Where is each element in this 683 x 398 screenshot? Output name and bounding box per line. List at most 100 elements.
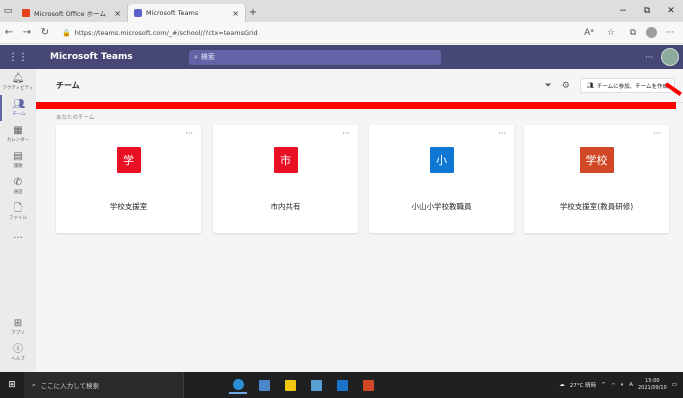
rail-item-apps[interactable]: ⊞ アプリ bbox=[0, 314, 36, 340]
team-name: 小山小学校教職員 bbox=[411, 202, 472, 211]
close-tab-icon[interactable]: × bbox=[232, 9, 239, 18]
rail-label: 課題 bbox=[13, 164, 23, 169]
close-tab-icon[interactable]: × bbox=[114, 9, 121, 18]
powerpoint-icon[interactable] bbox=[359, 376, 377, 394]
team-card[interactable]: ··· 学校 学校支援室(教員研修) bbox=[524, 125, 669, 233]
search-icon: ⌕ bbox=[32, 380, 36, 389]
back-icon[interactable]: ← bbox=[0, 27, 18, 38]
team-more-options-icon[interactable]: ··· bbox=[342, 129, 350, 138]
read-aloud-icon[interactable]: Aᵃ bbox=[580, 25, 598, 41]
file-explorer-icon[interactable] bbox=[281, 376, 299, 394]
browser-profile-avatar[interactable] bbox=[646, 27, 657, 38]
apps-icon: ⊞ bbox=[13, 318, 23, 329]
windows-taskbar: ⊞ ⌕ ここに入力して検索 ☁ 27°C 晴時 ^ ⌔ 🔈︎ A 15:00 2… bbox=[0, 372, 683, 398]
app-launcher-icon[interactable]: ⋮⋮ bbox=[0, 52, 36, 63]
browser-tab-teams[interactable]: Microsoft Teams × bbox=[128, 4, 246, 22]
more-options-icon[interactable]: ··· bbox=[645, 53, 653, 62]
search-input[interactable]: ⌕ 検索 bbox=[189, 49, 441, 65]
browser-toolbar: Aᵃ ☆ ⧉ ··· bbox=[580, 25, 679, 41]
app-bar: 🔔︎ アクティビティ 👥︎ チーム ▦ カレンダー ▤ 課題 ✆ 通話 🗋︎ フ… bbox=[0, 69, 36, 372]
team-name: 学校支援室(教員研修) bbox=[559, 202, 634, 211]
tab-title: Microsoft Teams bbox=[146, 9, 199, 17]
tab-title: Microsoft Office ホーム bbox=[34, 10, 106, 18]
maximize-button[interactable]: ⧉ bbox=[635, 0, 659, 22]
bell-icon: 🔔︎ bbox=[11, 73, 25, 84]
task-view-icon[interactable] bbox=[255, 376, 273, 394]
teams-header: ⋮⋮ Microsoft Teams ⌕ 検索 ··· bbox=[0, 45, 683, 69]
clock[interactable]: 15:00 2021/09/10 bbox=[638, 378, 667, 392]
rail-item-calls[interactable]: ✆ 通話 bbox=[0, 173, 36, 199]
filter-icon[interactable]: ⏷ bbox=[545, 81, 552, 91]
assignments-icon: ▤ bbox=[13, 151, 23, 162]
page-title: チーム bbox=[56, 81, 80, 90]
forward-icon[interactable]: → bbox=[18, 27, 36, 38]
tray-chevron-icon[interactable]: ^ bbox=[601, 382, 606, 388]
team-more-options-icon[interactable]: ··· bbox=[653, 129, 661, 138]
browser-menu-icon[interactable]: ··· bbox=[661, 25, 679, 41]
system-tray: ☁ 27°C 晴時 ^ ⌔ 🔈︎ A 15:00 2021/09/10 ▭ bbox=[559, 372, 683, 398]
header-right: ··· bbox=[645, 48, 679, 66]
rail-label: アクティビティ bbox=[2, 86, 34, 91]
search-icon: ⌕ bbox=[194, 52, 198, 61]
files-icon: 🗋︎ bbox=[13, 203, 23, 214]
store-icon[interactable] bbox=[307, 376, 325, 394]
phone-icon: ✆ bbox=[13, 177, 23, 188]
annotation-underline bbox=[36, 102, 676, 109]
join-or-create-team-button[interactable]: 👥︎ チームに参加、チームを作成 bbox=[579, 78, 675, 93]
team-card[interactable]: ··· 学 学校支援室 bbox=[56, 125, 201, 233]
rail-label: アプリ bbox=[11, 331, 25, 336]
weather-icon: ☁ bbox=[559, 382, 565, 388]
rail-bottom: ⊞ アプリ ⓘ ヘルプ bbox=[0, 314, 36, 366]
main-content: チーム ⏷ ⚙ 👥︎ チームに参加、チームを作成 あなたのチーム ··· 学 学… bbox=[36, 69, 683, 372]
team-card[interactable]: ··· 小 小山小学校教職員 bbox=[369, 125, 514, 233]
window-menu-icon[interactable]: ▭ bbox=[0, 0, 16, 22]
notification-icon[interactable]: ▭ bbox=[672, 382, 677, 388]
mail-icon[interactable] bbox=[333, 376, 351, 394]
calendar-icon: ▦ bbox=[13, 125, 23, 136]
rail-item-calendar[interactable]: ▦ カレンダー bbox=[0, 121, 36, 147]
address-bar: ← → ↻ 🔒 https://teams.microsoft.com/_#/s… bbox=[0, 22, 683, 44]
collections-icon[interactable]: ⧉ bbox=[624, 25, 642, 41]
rail-item-help[interactable]: ⓘ ヘルプ bbox=[0, 340, 36, 366]
favorite-star-icon[interactable]: ☆ bbox=[602, 25, 620, 41]
network-icon[interactable]: ⌔ bbox=[611, 382, 616, 389]
ime-indicator[interactable]: A bbox=[629, 382, 633, 388]
taskbar-apps bbox=[229, 376, 377, 394]
rail-item-more[interactable]: ··· bbox=[0, 225, 36, 251]
close-window-button[interactable]: ✕ bbox=[659, 0, 683, 22]
settings-gear-icon[interactable]: ⚙ bbox=[562, 81, 570, 91]
url-field[interactable]: 🔒 https://teams.microsoft.com/_#/school/… bbox=[62, 25, 572, 41]
rail-item-activity[interactable]: 🔔︎ アクティビティ bbox=[0, 69, 36, 95]
rail-label: ヘルプ bbox=[11, 357, 25, 362]
rail-item-teams[interactable]: 👥︎ チーム bbox=[0, 95, 36, 121]
team-more-options-icon[interactable]: ··· bbox=[185, 129, 193, 138]
volume-icon[interactable]: 🔈︎ bbox=[621, 382, 624, 389]
more-icon: ··· bbox=[13, 232, 23, 244]
rail-item-assignments[interactable]: ▤ 課題 bbox=[0, 147, 36, 173]
taskbar-search-input[interactable]: ⌕ ここに入力して検索 bbox=[24, 372, 184, 398]
minimize-button[interactable]: − bbox=[611, 0, 635, 22]
user-avatar[interactable] bbox=[661, 48, 679, 66]
browser-tab-office[interactable]: Microsoft Office ホーム × bbox=[16, 4, 128, 22]
app-title: Microsoft Teams bbox=[50, 52, 133, 62]
edge-browser-icon[interactable] bbox=[229, 376, 247, 394]
browser-tab-strip: ▭ Microsoft Office ホーム × Microsoft Teams… bbox=[0, 0, 683, 22]
date: 2021/09/10 bbox=[637, 385, 667, 391]
team-logo: 小 bbox=[429, 147, 454, 173]
main-header-actions: ⏷ ⚙ 👥︎ チームに参加、チームを作成 bbox=[545, 78, 675, 93]
weather-text[interactable]: 27°C 晴時 bbox=[570, 381, 596, 389]
lock-icon: 🔒 bbox=[62, 28, 71, 37]
team-name: 学校支援室 bbox=[109, 202, 148, 211]
team-logo: 学 bbox=[116, 147, 141, 173]
new-tab-button[interactable]: + bbox=[246, 4, 260, 22]
help-icon: ⓘ bbox=[13, 344, 23, 355]
team-more-options-icon[interactable]: ··· bbox=[498, 129, 506, 138]
section-label: あなたのチーム bbox=[56, 115, 95, 121]
windows-start-icon[interactable]: ⊞ bbox=[0, 380, 24, 390]
team-card[interactable]: ··· 市 市内共有 bbox=[213, 125, 358, 233]
rail-item-files[interactable]: 🗋︎ ファイル bbox=[0, 199, 36, 225]
refresh-icon[interactable]: ↻ bbox=[36, 27, 54, 38]
team-name: 市内共有 bbox=[270, 202, 301, 211]
rail-label: カレンダー bbox=[6, 138, 30, 143]
url-text: https://teams.microsoft.com/_#/school//?… bbox=[74, 28, 258, 37]
